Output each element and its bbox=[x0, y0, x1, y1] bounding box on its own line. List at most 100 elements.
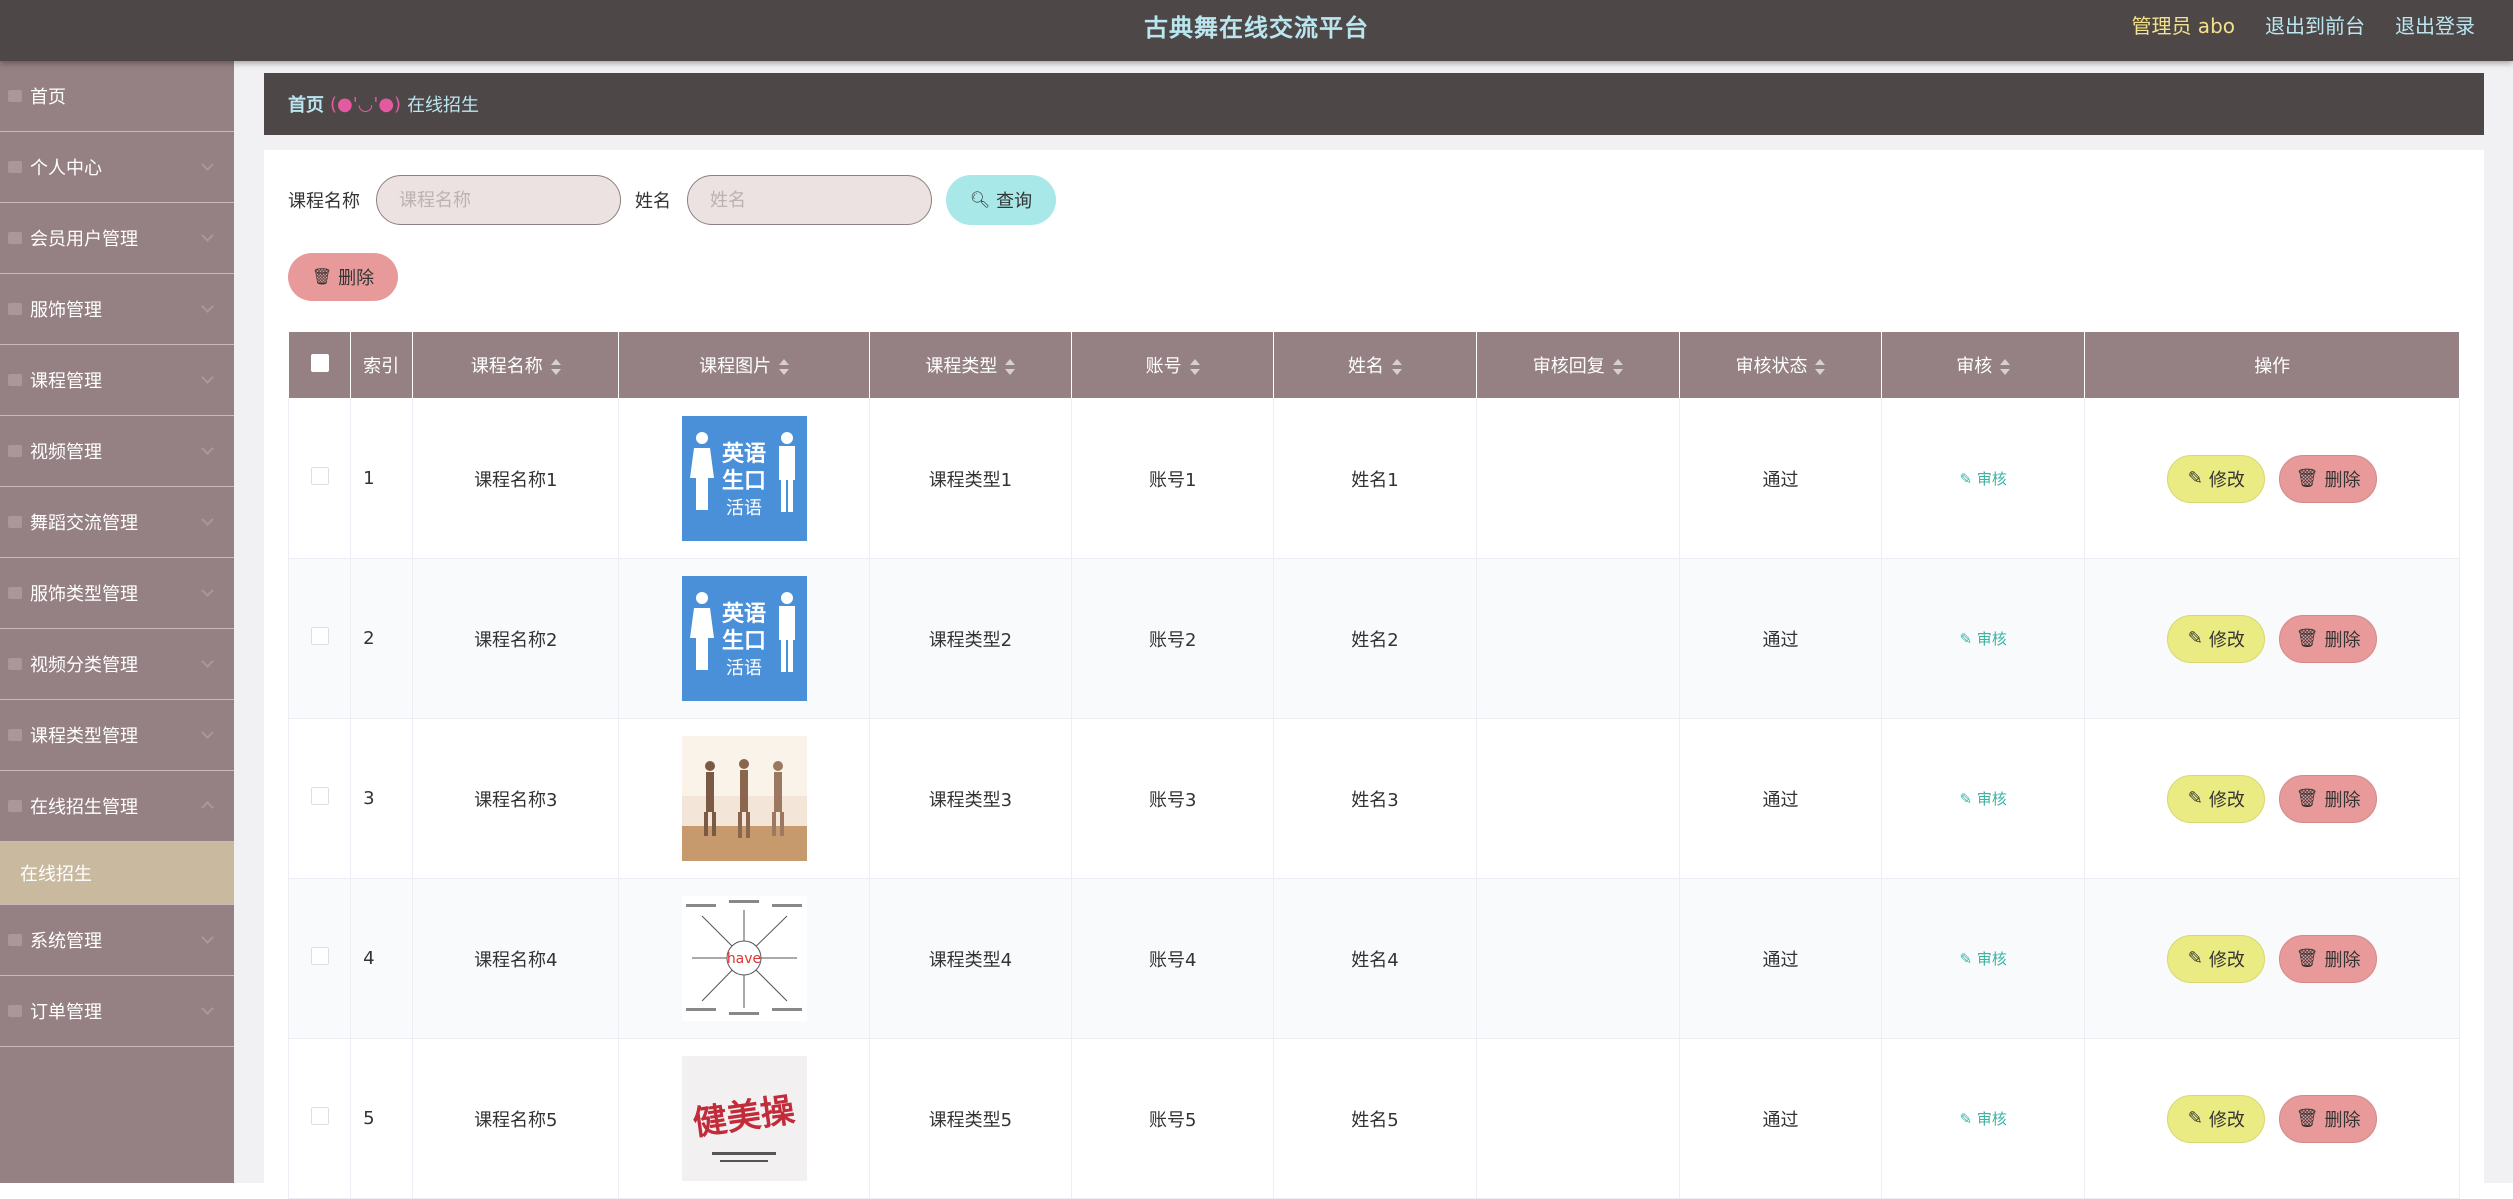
sidebar-item-personal[interactable]: 个人中心 bbox=[0, 132, 234, 203]
cell-course-type: 课程类型1 bbox=[868, 398, 1073, 559]
cell-course-type: 课程类型4 bbox=[868, 878, 1073, 1039]
audit-link[interactable]: ✎ 审核 bbox=[1960, 790, 2007, 808]
sidebar-item-home[interactable]: 首页 bbox=[0, 61, 234, 132]
sort-icon[interactable] bbox=[1005, 359, 1016, 375]
edit-icon: ✎ bbox=[2187, 468, 2203, 488]
menu-icon bbox=[0, 445, 30, 457]
row-select-cell[interactable] bbox=[287, 1038, 352, 1199]
sidebar-subitem-enrollment[interactable]: 在线招生 bbox=[0, 842, 234, 905]
breadcrumb-current: 在线招生 bbox=[407, 95, 480, 116]
chevron-down-icon bbox=[201, 655, 214, 668]
cell-audit: ✎ 审核 bbox=[1881, 1038, 2086, 1199]
sidebar-item-course[interactable]: 课程管理 bbox=[0, 345, 234, 416]
sort-icon[interactable] bbox=[550, 359, 561, 375]
sidebar-item-costume-type[interactable]: 服饰类型管理 bbox=[0, 558, 234, 629]
sidebar-item-course-type[interactable]: 课程类型管理 bbox=[0, 700, 234, 771]
edit-label: 修改 bbox=[2208, 629, 2245, 650]
header-status[interactable]: 审核状态 bbox=[1678, 331, 1883, 399]
edit-button[interactable]: ✎ 修改 bbox=[2167, 774, 2266, 823]
audit-link[interactable]: ✎ 审核 bbox=[1960, 950, 2007, 968]
exit-to-front-link[interactable]: 退出到前台 bbox=[2265, 10, 2365, 39]
delete-button[interactable]: 🗑︎ 删除 bbox=[2279, 614, 2378, 663]
edit-icon: ✎ bbox=[1959, 790, 1973, 808]
row-select-cell[interactable] bbox=[287, 878, 352, 1039]
course-name-input[interactable] bbox=[376, 175, 621, 225]
sidebar-item-orders[interactable]: 订单管理 bbox=[0, 976, 234, 1047]
header-name[interactable]: 姓名 bbox=[1273, 331, 1477, 399]
select-all-checkbox[interactable] bbox=[310, 353, 329, 372]
sidebar-item-costume[interactable]: 服饰管理 bbox=[0, 274, 234, 345]
delete-button[interactable]: 🗑︎ 删除 bbox=[2279, 774, 2378, 823]
cell-audit: ✎ 审核 bbox=[1881, 718, 2086, 879]
name-input[interactable] bbox=[687, 175, 932, 225]
audit-link[interactable]: ✎ 审核 bbox=[1960, 1110, 2007, 1128]
header-audit[interactable]: 审核 bbox=[1881, 331, 2086, 399]
sort-icon[interactable] bbox=[1391, 359, 1402, 375]
row-select-cell[interactable] bbox=[287, 398, 352, 559]
cell-course-type: 课程类型5 bbox=[868, 1038, 1073, 1199]
edit-icon: ✎ bbox=[2187, 628, 2203, 648]
logout-link[interactable]: 退出登录 bbox=[2395, 10, 2475, 39]
cell-course-image: 健美操 bbox=[618, 1038, 870, 1199]
cell-index: 1 bbox=[350, 398, 414, 559]
sidebar-item-members[interactable]: 会员用户管理 bbox=[0, 203, 234, 274]
sidebar-item-label: 个人中心 bbox=[30, 158, 102, 179]
sort-icon[interactable] bbox=[2000, 359, 2011, 375]
cell-index: 2 bbox=[350, 558, 414, 719]
sort-icon[interactable] bbox=[1612, 359, 1623, 375]
delete-button[interactable]: 🗑︎ 删除 bbox=[2279, 1094, 2378, 1143]
menu-icon bbox=[0, 516, 30, 528]
batch-delete-button[interactable]: 🗑︎ 删除 bbox=[288, 253, 398, 301]
sidebar-item-video-category[interactable]: 视频分类管理 bbox=[0, 629, 234, 700]
row-checkbox[interactable] bbox=[310, 1107, 329, 1125]
trash-icon: 🗑︎ bbox=[311, 269, 333, 286]
sidebar-item-label: 舞蹈交流管理 bbox=[30, 513, 138, 534]
edit-button[interactable]: ✎ 修改 bbox=[2167, 614, 2266, 663]
cell-course-name: 课程名称5 bbox=[412, 1038, 620, 1199]
main-area: 首页 (●'◡'●) 在线招生 课程名称 姓名 🔍︎ 查询 🗑︎ 删除 bbox=[234, 61, 2513, 1199]
row-checkbox[interactable] bbox=[310, 627, 329, 645]
delete-label: 删除 bbox=[2324, 1109, 2361, 1130]
sort-icon[interactable] bbox=[1189, 359, 1200, 375]
header-account[interactable]: 账号 bbox=[1071, 331, 1275, 399]
header-reply[interactable]: 审核回复 bbox=[1475, 331, 1680, 399]
select-all-cell[interactable] bbox=[287, 331, 352, 399]
edit-button[interactable]: ✎ 修改 bbox=[2167, 934, 2266, 983]
svg-text:生口: 生口 bbox=[722, 469, 766, 494]
cell-name: 姓名5 bbox=[1273, 1038, 1477, 1199]
row-checkbox[interactable] bbox=[310, 787, 329, 805]
audit-link[interactable]: ✎ 审核 bbox=[1960, 470, 2007, 488]
sidebar-item-enrollment[interactable]: 在线招生管理 bbox=[0, 771, 234, 842]
cell-course-name: 课程名称3 bbox=[412, 718, 620, 879]
delete-button[interactable]: 🗑︎ 删除 bbox=[2279, 454, 2378, 503]
header-course-image[interactable]: 课程图片 bbox=[618, 331, 870, 399]
sidebar-item-dance-exchange[interactable]: 舞蹈交流管理 bbox=[0, 487, 234, 558]
chevron-down-icon bbox=[201, 371, 214, 384]
header-label: 账号 bbox=[1145, 356, 1182, 377]
header-course-type[interactable]: 课程类型 bbox=[868, 331, 1073, 399]
trash-icon: 🗑︎ bbox=[2295, 468, 2319, 488]
name-label: 姓名 bbox=[635, 191, 671, 212]
sidebar-item-system[interactable]: 系统管理 bbox=[0, 905, 234, 976]
table-row: 3 课程名称3 课程类型3 账号3 姓名3 通过 ✎ 审核 ✎ 修改 🗑︎ 删除 bbox=[287, 718, 2460, 879]
breadcrumb-home[interactable]: 首页 bbox=[288, 91, 324, 117]
sort-icon[interactable] bbox=[779, 359, 790, 375]
row-checkbox[interactable] bbox=[310, 467, 329, 485]
header-label: 课程名称 bbox=[470, 356, 543, 377]
edit-button[interactable]: ✎ 修改 bbox=[2167, 454, 2266, 503]
row-select-cell[interactable] bbox=[287, 558, 352, 719]
edit-button[interactable]: ✎ 修改 bbox=[2167, 1094, 2266, 1143]
sidebar-item-label: 课程类型管理 bbox=[30, 726, 138, 747]
cell-account: 账号1 bbox=[1071, 398, 1275, 559]
header-course-name[interactable]: 课程名称 bbox=[412, 331, 620, 399]
row-select-cell[interactable] bbox=[287, 718, 352, 879]
edit-icon: ✎ bbox=[1959, 470, 1973, 488]
delete-button[interactable]: 🗑︎ 删除 bbox=[2279, 934, 2378, 983]
sidebar-item-video[interactable]: 视频管理 bbox=[0, 416, 234, 487]
query-button[interactable]: 🔍︎ 查询 bbox=[946, 175, 1056, 225]
query-button-label: 查询 bbox=[996, 191, 1033, 211]
sort-icon[interactable] bbox=[1815, 359, 1826, 375]
row-checkbox[interactable] bbox=[310, 947, 329, 965]
sidebar-item-label: 服饰管理 bbox=[30, 300, 102, 321]
audit-link[interactable]: ✎ 审核 bbox=[1960, 630, 2007, 648]
